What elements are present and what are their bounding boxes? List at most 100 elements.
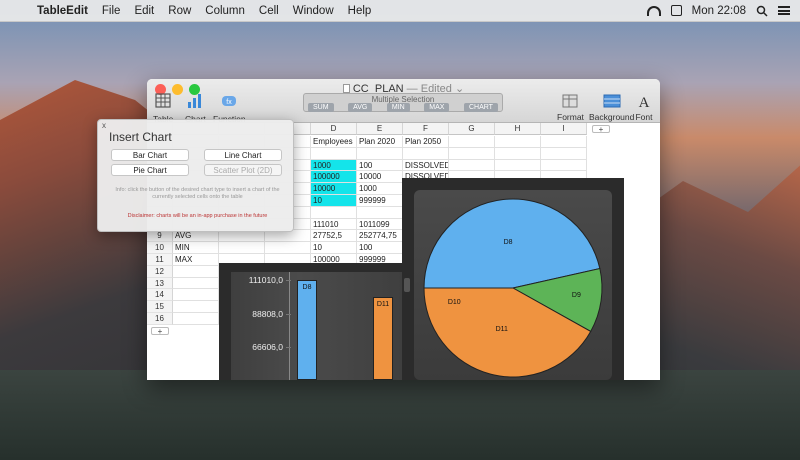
table-cell[interactable]: 10000 bbox=[357, 171, 403, 184]
table-cell[interactable]: Plan 2050 bbox=[403, 136, 449, 148]
table-cell[interactable] bbox=[311, 147, 357, 160]
column-header[interactable]: E bbox=[357, 123, 403, 135]
table-cell[interactable] bbox=[173, 289, 219, 302]
table-cell[interactable] bbox=[495, 147, 541, 160]
format-button[interactable]: Format bbox=[557, 92, 584, 122]
menu-cell[interactable]: Cell bbox=[252, 5, 286, 17]
table-cell[interactable]: MIN bbox=[173, 242, 219, 254]
add-row-button[interactable]: + bbox=[151, 326, 169, 335]
table-cell[interactable]: 999999 bbox=[357, 195, 403, 207]
y-axis bbox=[289, 272, 290, 380]
popover-info-text: Info: click the button of the desired ch… bbox=[115, 187, 280, 200]
function-icon: fx bbox=[222, 96, 237, 106]
min-button[interactable]: MIN bbox=[386, 103, 410, 112]
menu-row[interactable]: Row bbox=[161, 5, 198, 17]
row-header[interactable]: 10 bbox=[147, 242, 173, 254]
clock[interactable]: Mon 22:08 bbox=[692, 5, 746, 17]
table-cell[interactable] bbox=[449, 136, 495, 148]
menu-edit[interactable]: Edit bbox=[127, 5, 161, 17]
menu-file[interactable]: File bbox=[95, 5, 128, 17]
row-header[interactable]: 13 bbox=[147, 277, 173, 290]
table-cell[interactable]: 100000 bbox=[311, 171, 357, 184]
wallpaper-valley bbox=[0, 370, 800, 460]
font-icon: A bbox=[639, 95, 650, 110]
menu-column[interactable]: Column bbox=[198, 5, 252, 17]
table-cell[interactable]: 111010 bbox=[311, 218, 357, 231]
table-cell[interactable] bbox=[495, 136, 541, 148]
table-cell[interactable]: 1000 bbox=[357, 183, 403, 195]
column-header[interactable]: H bbox=[495, 123, 541, 135]
table-cell[interactable]: MAX bbox=[173, 254, 219, 266]
column-header[interactable]: I bbox=[541, 123, 587, 135]
app-menu[interactable]: TableEdit bbox=[30, 5, 95, 17]
table-cell[interactable] bbox=[265, 242, 311, 254]
font-button[interactable]: A Font bbox=[634, 92, 654, 122]
row-header[interactable]: 14 bbox=[147, 289, 173, 302]
multiple-selection-control: Multiple Selection SUM AVG MIN MAX CHART bbox=[303, 93, 503, 112]
column-header[interactable]: G bbox=[449, 123, 495, 135]
menu-window[interactable]: Window bbox=[286, 5, 341, 17]
menu-help[interactable]: Help bbox=[341, 5, 379, 17]
sum-button[interactable]: SUM bbox=[308, 103, 334, 112]
table-cell[interactable]: 100 bbox=[357, 159, 403, 172]
column-header[interactable]: D bbox=[311, 123, 357, 135]
table-cell[interactable] bbox=[495, 159, 541, 172]
row-header[interactable]: 12 bbox=[147, 265, 173, 278]
table-icon bbox=[155, 93, 171, 108]
table-cell[interactable] bbox=[173, 313, 219, 325]
table-cell[interactable]: AVG bbox=[173, 230, 219, 243]
table-cell[interactable] bbox=[173, 277, 219, 290]
background-label: Background bbox=[589, 112, 635, 122]
display-icon[interactable] bbox=[670, 5, 682, 16]
table-cell[interactable]: 100 bbox=[357, 242, 403, 254]
y-tick-mark bbox=[286, 347, 291, 348]
row-header[interactable]: 16 bbox=[147, 313, 173, 325]
table-cell[interactable] bbox=[173, 265, 219, 278]
table-cell[interactable]: 10000 bbox=[311, 183, 357, 195]
line-chart-button[interactable]: Line Chart bbox=[204, 149, 282, 161]
table-cell[interactable] bbox=[219, 230, 265, 243]
table-cell[interactable]: 252774,75 bbox=[357, 230, 403, 243]
chart-insert-button[interactable]: CHART bbox=[463, 103, 498, 112]
table-cell[interactable]: 10 bbox=[311, 195, 357, 207]
pie-label: D8 bbox=[504, 239, 513, 246]
table-cell[interactable] bbox=[541, 159, 587, 172]
row-header[interactable]: 11 bbox=[147, 254, 173, 266]
add-column-button[interactable]: + bbox=[592, 125, 610, 134]
table-cell[interactable]: 1011099 bbox=[357, 218, 403, 231]
column-header[interactable]: F bbox=[403, 123, 449, 135]
table-cell[interactable]: 1000 bbox=[311, 159, 357, 172]
spotlight-search-icon[interactable] bbox=[756, 5, 768, 17]
wifi-icon[interactable] bbox=[646, 5, 661, 16]
table-cell[interactable] bbox=[449, 147, 495, 160]
table-cell[interactable] bbox=[357, 147, 403, 160]
table-cell[interactable] bbox=[219, 242, 265, 254]
y-tick-label: 111010,0 bbox=[248, 275, 283, 285]
table-cell[interactable]: 27752,5 bbox=[311, 230, 357, 243]
resize-handle[interactable] bbox=[404, 278, 410, 292]
max-button[interactable]: MAX bbox=[424, 103, 450, 112]
table-cell[interactable] bbox=[311, 206, 357, 219]
row-header[interactable]: 9 bbox=[147, 230, 173, 243]
bar-chart-icon bbox=[188, 94, 202, 108]
background-button[interactable]: Background bbox=[589, 92, 634, 122]
row-header[interactable]: 15 bbox=[147, 301, 173, 313]
table-cell[interactable] bbox=[173, 301, 219, 313]
bar-chart-button[interactable]: Bar Chart bbox=[111, 149, 189, 161]
table-cell[interactable]: Plan 2020 bbox=[357, 136, 403, 148]
table-cell[interactable] bbox=[357, 206, 403, 219]
table-cell[interactable]: 10 bbox=[311, 242, 357, 254]
font-label: Font bbox=[635, 112, 653, 122]
table-cell[interactable] bbox=[449, 159, 495, 172]
notification-center-icon[interactable] bbox=[778, 6, 790, 15]
table-cell[interactable] bbox=[403, 147, 449, 160]
table-cell[interactable]: DISSOLVED bbox=[403, 159, 449, 172]
table-cell[interactable]: Employees bbox=[311, 136, 357, 148]
popover-close-button[interactable]: x bbox=[102, 121, 106, 130]
y-tick-label: 66606,0 bbox=[252, 342, 283, 352]
pie-chart-button[interactable]: Pie Chart bbox=[111, 164, 189, 176]
avg-button[interactable]: AVG bbox=[348, 103, 373, 112]
table-cell[interactable] bbox=[265, 230, 311, 243]
table-cell[interactable] bbox=[541, 147, 587, 160]
table-cell[interactable] bbox=[541, 136, 587, 148]
